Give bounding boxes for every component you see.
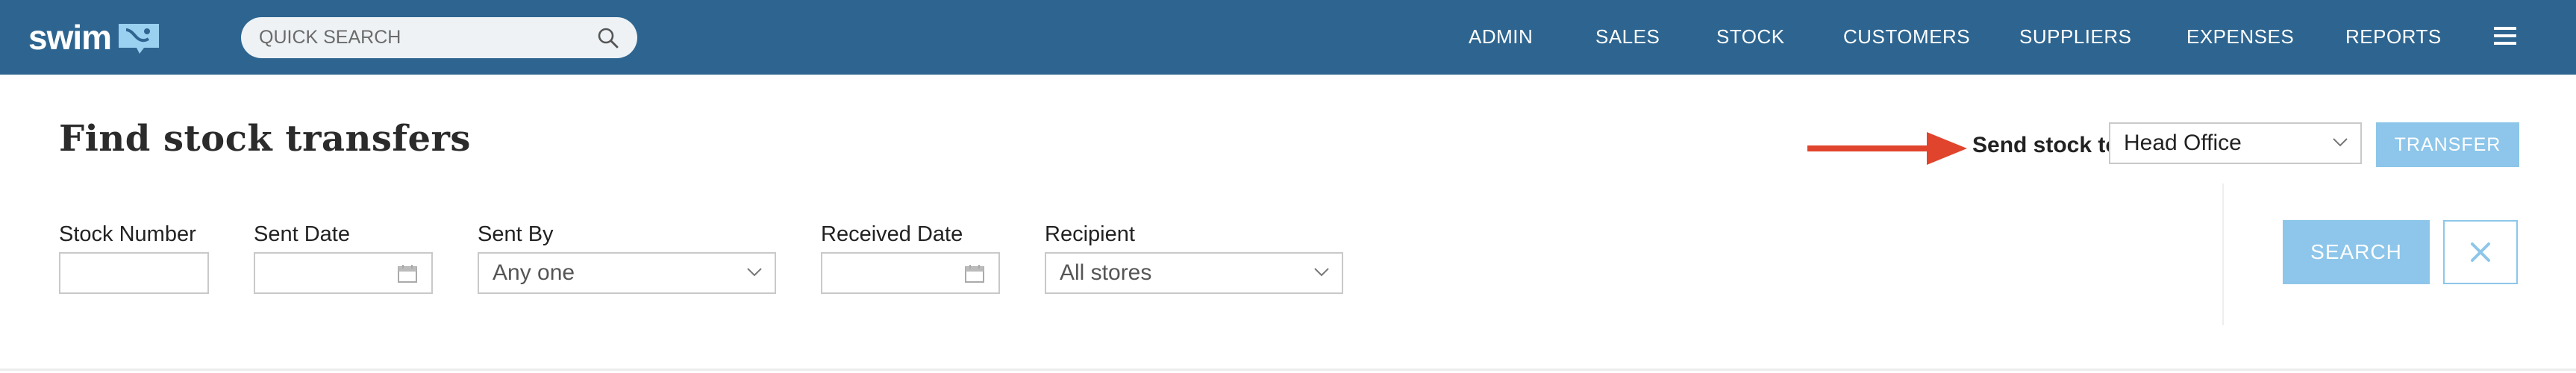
chevron-down-icon: [1314, 268, 1329, 277]
send-stock-to-label: Send stock to:: [1972, 133, 2127, 157]
chevron-down-icon: [747, 268, 762, 277]
close-icon: [2471, 242, 2490, 262]
quick-search-box: [241, 17, 637, 58]
recipient-select[interactable]: All stores: [1045, 252, 1343, 294]
nav-item-expenses[interactable]: EXPENSES: [2186, 25, 2294, 48]
red-arrow-annotation: [1807, 132, 1967, 165]
nav-item-customers[interactable]: CUSTOMERS: [1843, 25, 1970, 48]
nav-item-stock[interactable]: STOCK: [1716, 25, 1785, 48]
nav-item-admin[interactable]: ADMIN: [1469, 25, 1533, 48]
transfer-button[interactable]: TRANSFER: [2376, 122, 2519, 167]
brand-logo[interactable]: swim: [28, 16, 163, 58]
page-title: Find stock transfers: [59, 118, 471, 160]
send-stock-to-select[interactable]: Head Office: [2109, 122, 2362, 164]
search-button[interactable]: SEARCH: [2283, 220, 2430, 284]
calendar-icon[interactable]: [397, 264, 418, 283]
send-stock-to-value: Head Office: [2124, 131, 2242, 155]
recipient-label: Recipient: [1045, 222, 1135, 246]
top-navigation-bar: swim ADMIN SALES STOCK CUSTOMERS SUPPLIE…: [0, 0, 2576, 75]
nav-item-reports[interactable]: REPORTS: [2345, 25, 2442, 48]
sent-date-label: Sent Date: [254, 222, 350, 246]
nav-item-suppliers[interactable]: SUPPLIERS: [2019, 25, 2131, 48]
section-divider: [0, 369, 2576, 371]
search-icon[interactable]: [597, 27, 619, 49]
sent-by-select[interactable]: Any one: [478, 252, 776, 294]
brand-name: swim: [28, 18, 112, 57]
clear-filters-button[interactable]: [2443, 220, 2518, 284]
sent-by-label: Sent By: [478, 222, 554, 246]
sent-by-value: Any one: [493, 260, 575, 285]
recipient-value: All stores: [1060, 260, 1152, 285]
stock-number-input[interactable]: [59, 252, 209, 294]
stock-number-label: Stock Number: [59, 222, 196, 246]
received-date-input[interactable]: [821, 252, 1000, 294]
quick-search-input[interactable]: [259, 27, 597, 48]
received-date-label: Received Date: [821, 222, 963, 246]
chevron-down-icon: [2333, 138, 2348, 147]
calendar-icon[interactable]: [964, 264, 985, 283]
vertical-divider: [2222, 184, 2224, 325]
sent-date-input[interactable]: [254, 252, 433, 294]
nav-item-sales[interactable]: SALES: [1595, 25, 1660, 48]
hamburger-menu-icon[interactable]: [2492, 25, 2518, 46]
swim-flag-icon: [119, 24, 160, 54]
